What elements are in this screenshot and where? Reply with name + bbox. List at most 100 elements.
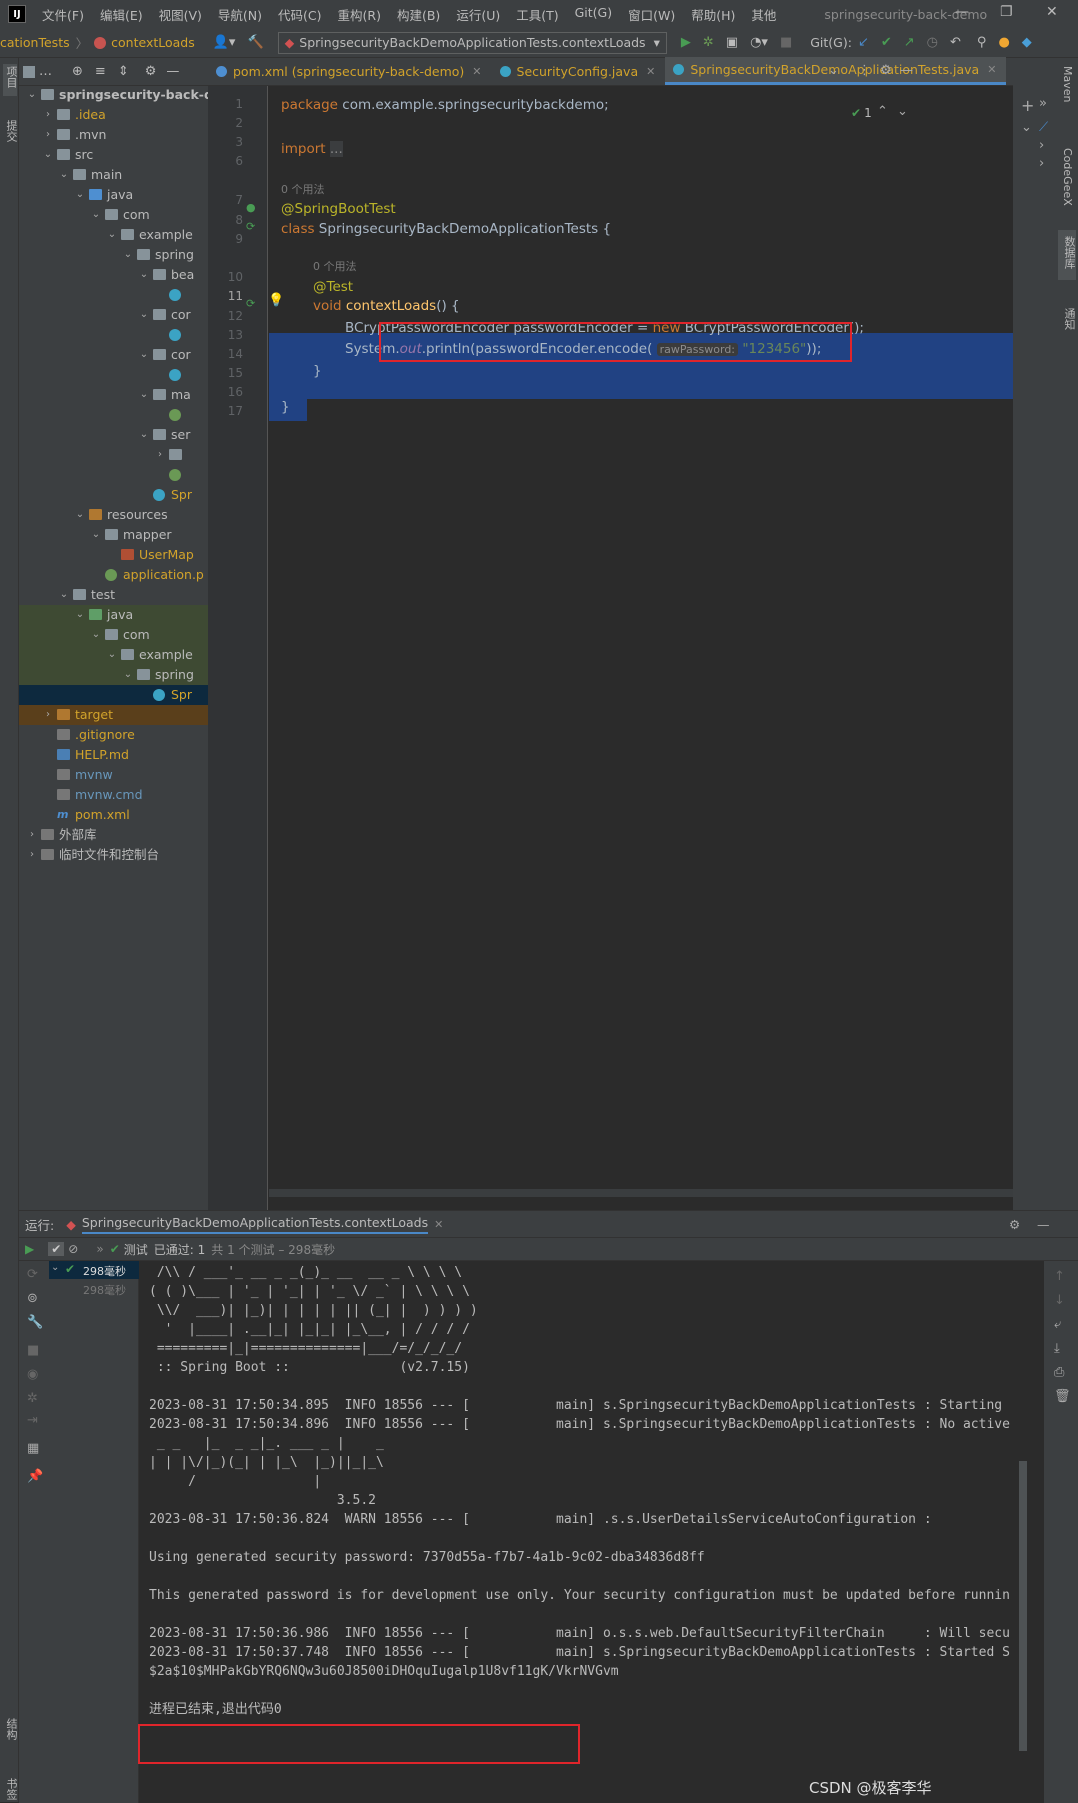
notifications-tool-button[interactable]: 通知 bbox=[1061, 308, 1077, 330]
show-passed-icon[interactable]: ✔ bbox=[48, 1242, 65, 1256]
tree-item[interactable]: ⌄ ma bbox=[19, 385, 208, 405]
chevron-right-icon[interactable]: › bbox=[27, 825, 37, 845]
coverage-icon[interactable]: ▣ bbox=[726, 35, 738, 50]
chevron-down-icon[interactable]: ⌄ bbox=[123, 665, 133, 685]
run-config-select[interactable]: ◆ SpringsecurityBackDemoApplicationTests… bbox=[277, 31, 667, 54]
chevron-right-icon[interactable]: › bbox=[155, 445, 165, 465]
layout-icon[interactable]: ▦ bbox=[27, 1441, 39, 1456]
tree-item[interactable] bbox=[19, 285, 208, 305]
menu-item[interactable]: 其他 bbox=[743, 5, 784, 24]
breadcrumb-method[interactable]: contextLoads bbox=[111, 35, 195, 50]
build-hammer-icon[interactable]: 🔨 bbox=[247, 35, 263, 50]
menu-item[interactable]: 重构(R) bbox=[330, 5, 389, 24]
commit-tool-button[interactable]: 提交 bbox=[3, 120, 19, 142]
pin-icon[interactable]: 📌 bbox=[27, 1469, 43, 1484]
tree-item[interactable]: ⌄ com bbox=[19, 625, 208, 645]
tree-item[interactable] bbox=[19, 405, 208, 425]
arrow-down-icon[interactable]: ↓ bbox=[1054, 1293, 1065, 1308]
tree-item[interactable]: ⌄ cor bbox=[19, 305, 208, 325]
menu-item[interactable]: 运行(U) bbox=[448, 5, 508, 24]
git-history-icon[interactable]: ◷ bbox=[927, 35, 938, 50]
chevron-right-icon[interactable]: › bbox=[43, 125, 53, 145]
tree-item[interactable]: mvnw bbox=[19, 765, 208, 785]
stop-icon[interactable]: ■ bbox=[27, 1343, 39, 1358]
menu-item[interactable]: 导航(N) bbox=[210, 5, 270, 24]
chevron-right-icon[interactable]: › bbox=[1039, 156, 1044, 171]
chevron-down-icon[interactable]: ⌄ bbox=[123, 245, 133, 265]
settings-icon[interactable]: ✲ bbox=[27, 1391, 38, 1406]
gear-icon[interactable]: ⚙ bbox=[145, 64, 157, 79]
lightbulb-icon[interactable]: 💡 bbox=[268, 293, 284, 308]
menu-item[interactable]: 构建(B) bbox=[389, 5, 448, 24]
more-icon[interactable]: ⋮ bbox=[858, 63, 871, 78]
user-icon[interactable]: 👤▾ bbox=[213, 35, 236, 50]
menu-item[interactable]: 视图(V) bbox=[151, 5, 210, 24]
close-icon[interactable]: ✕ bbox=[987, 63, 996, 76]
locate-icon[interactable]: ⊕ bbox=[72, 64, 83, 79]
tree-item[interactable]: › .idea bbox=[19, 105, 208, 125]
scroll-to-end-icon[interactable]: ⤓ bbox=[1054, 1341, 1060, 1356]
chevron-down-icon[interactable]: ⌄ bbox=[51, 1262, 59, 1273]
menu-item[interactable]: 窗口(W) bbox=[620, 5, 683, 24]
tree-item[interactable]: ⌄ test bbox=[19, 585, 208, 605]
chevron-down-icon[interactable]: ⌄ bbox=[107, 225, 117, 245]
chevron-right-icon[interactable]: › bbox=[1039, 138, 1044, 153]
git-update-icon[interactable]: ↙ bbox=[858, 35, 869, 50]
tree-item[interactable]: › .mvn bbox=[19, 125, 208, 145]
chevron-down-icon[interactable]: ⌄ bbox=[139, 425, 149, 445]
hide-icon[interactable]: — bbox=[166, 64, 179, 79]
tree-item[interactable]: ⌄ example bbox=[19, 225, 208, 245]
restore-icon[interactable]: ❐ bbox=[1000, 4, 1013, 20]
chevron-down-icon[interactable]: ⌄ bbox=[43, 145, 53, 165]
more-actions-icon[interactable]: » bbox=[96, 1242, 103, 1256]
chevron-down-icon[interactable]: ⌄ bbox=[91, 525, 101, 545]
tree-item[interactable]: ⌄ java bbox=[19, 605, 208, 625]
maven-tool-button[interactable]: Maven bbox=[1061, 66, 1074, 102]
editor-tab[interactable]: pom.xml (springsecurity-back-demo) ✕ bbox=[208, 57, 492, 85]
run-test-icon[interactable]: ● bbox=[246, 201, 256, 214]
codegeex-tool-button[interactable]: CodeGeeX bbox=[1061, 148, 1074, 206]
search-icon[interactable]: ⚲ bbox=[977, 35, 987, 50]
menu-item[interactable]: 工具(T) bbox=[508, 5, 566, 24]
menu-item[interactable]: Git(G) bbox=[567, 5, 621, 24]
chevron-down-icon[interactable]: ⌄ bbox=[91, 205, 101, 225]
tree-item[interactable]: ⌄ spring bbox=[19, 665, 208, 685]
rerun-failed-icon[interactable]: ⟳ bbox=[27, 1267, 38, 1282]
rerun-icon[interactable]: ▶ bbox=[25, 1242, 34, 1256]
tree-item[interactable]: .gitignore bbox=[19, 725, 208, 745]
tree-item[interactable]: ⌄ cor bbox=[19, 345, 208, 365]
chevron-right-icon[interactable]: › bbox=[43, 705, 53, 725]
close-icon[interactable]: ✕ bbox=[1046, 4, 1058, 20]
chevron-down-icon[interactable]: ⌄ bbox=[75, 605, 85, 625]
tree-item[interactable]: ⌄ spring bbox=[19, 245, 208, 265]
hide-icon[interactable]: — bbox=[1037, 1217, 1050, 1232]
chevron-up-icon[interactable]: ⌃ bbox=[877, 104, 888, 119]
chevron-down-icon[interactable]: ⌄ bbox=[139, 305, 149, 325]
menu-item[interactable]: 编辑(E) bbox=[92, 5, 151, 24]
rollback-icon[interactable]: ↶ bbox=[950, 35, 961, 50]
tree-item[interactable]: ⌄ springsecurity-back-demo bbox=[19, 85, 208, 105]
tree-item[interactable]: application.p bbox=[19, 565, 208, 585]
camera-icon[interactable]: ◉ bbox=[27, 1367, 38, 1382]
menu-item[interactable]: 帮助(H) bbox=[683, 5, 743, 24]
run-test-icon[interactable]: ⟳ bbox=[246, 297, 255, 310]
console-output[interactable]: /\\ / ___'_ __ _ _(_)_ __ __ _ \ \ \ \( … bbox=[139, 1261, 1044, 1803]
code-view[interactable]: package com.example.springsecuritybackde… bbox=[269, 86, 1013, 1210]
tree-item[interactable]: ⌄ resources bbox=[19, 505, 208, 525]
chevron-down-icon[interactable]: ⌄ bbox=[75, 185, 85, 205]
console-scrollbar[interactable] bbox=[1019, 1461, 1027, 1751]
chevron-down-icon[interactable]: ⌄ bbox=[75, 505, 85, 525]
tree-item[interactable]: › 外部库 bbox=[19, 825, 208, 845]
stop-icon[interactable]: ■ bbox=[780, 35, 792, 50]
toggle-autotest-icon[interactable]: ⊚ bbox=[27, 1291, 38, 1306]
tree-item[interactable] bbox=[19, 465, 208, 485]
debug-icon[interactable]: ✲ bbox=[703, 35, 714, 50]
print-icon[interactable]: ⎙ bbox=[1054, 1365, 1064, 1380]
structure-tool-button[interactable]: 结构 bbox=[3, 1718, 19, 1740]
tree-item[interactable]: UserMap bbox=[19, 545, 208, 565]
refresh-icon[interactable]: ⌄ bbox=[1021, 120, 1032, 135]
exit-icon[interactable]: ⇥ bbox=[27, 1413, 38, 1428]
chevron-down-icon[interactable]: ⌄ bbox=[59, 165, 69, 185]
trash-icon[interactable]: 🗑 bbox=[1054, 1389, 1071, 1404]
breadcrumb-class[interactable]: cationTests bbox=[0, 35, 70, 50]
